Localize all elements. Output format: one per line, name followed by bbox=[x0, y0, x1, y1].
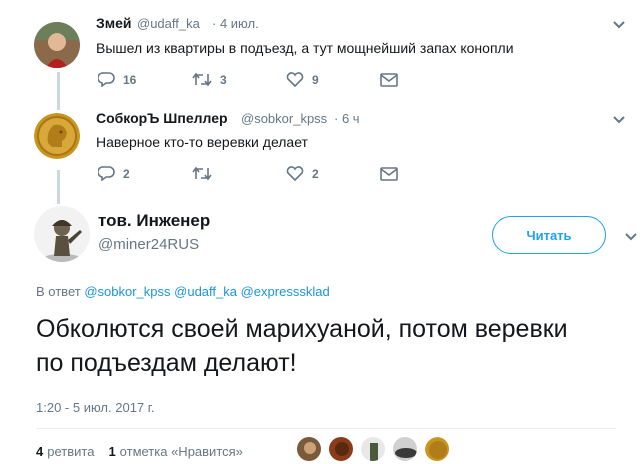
like-button[interactable]: 9 bbox=[286, 72, 380, 87]
reply-count: 16 bbox=[123, 72, 137, 87]
reply-button[interactable]: 2 bbox=[98, 166, 192, 181]
dm-button[interactable] bbox=[380, 166, 474, 181]
reply-prefix: В ответ bbox=[36, 284, 81, 299]
mention-link[interactable]: @expresssklad bbox=[241, 284, 330, 299]
author-name[interactable]: СобкорЪ Шпеллер bbox=[96, 110, 228, 126]
chevron-down-icon[interactable] bbox=[624, 232, 638, 242]
tweet-text: Вышел из квартиры в подъезд, а тут мощне… bbox=[96, 40, 514, 56]
divider bbox=[36, 428, 616, 429]
avatar[interactable] bbox=[392, 436, 418, 462]
follow-button[interactable]: Читать bbox=[492, 216, 606, 254]
like-stat-label: отметка «Нравится» bbox=[119, 444, 243, 459]
like-stat[interactable]: 1 отметка «Нравится» bbox=[108, 444, 242, 459]
tweet-time[interactable]: · 4 июл. bbox=[212, 16, 259, 31]
author-handle[interactable]: @udaff_ka bbox=[137, 16, 200, 31]
reply-context: В ответ @sobkor_kpss @udaff_ka @expresss… bbox=[36, 284, 330, 299]
like-count: 2 bbox=[312, 166, 319, 181]
chevron-down-icon[interactable] bbox=[612, 115, 626, 125]
avatar[interactable] bbox=[296, 436, 322, 462]
liker-avatars bbox=[296, 436, 456, 462]
retweet-button[interactable]: 3 bbox=[192, 72, 286, 87]
heart-icon bbox=[286, 166, 304, 181]
avatar[interactable] bbox=[34, 113, 80, 159]
tweet-time[interactable]: · 6 ч bbox=[334, 111, 360, 126]
thread-line-bottom bbox=[57, 170, 60, 204]
like-button[interactable]: 2 bbox=[286, 166, 380, 181]
retweet-icon bbox=[192, 166, 212, 181]
envelope-icon bbox=[380, 166, 398, 181]
retweet-count: 3 bbox=[220, 72, 227, 87]
heart-icon bbox=[286, 72, 304, 87]
author-handle[interactable]: @miner24RUS bbox=[98, 236, 199, 253]
author-handle[interactable]: @sobkor_kpss bbox=[241, 111, 327, 126]
retweet-stat[interactable]: 4 ретвита bbox=[36, 444, 94, 459]
tweet-stats: 4 ретвита 1 отметка «Нравится» bbox=[36, 444, 257, 459]
dm-button[interactable] bbox=[380, 72, 474, 87]
like-stat-count: 1 bbox=[108, 444, 116, 459]
retweet-icon bbox=[192, 72, 212, 87]
tweet-timestamp[interactable]: 1:20 - 5 июл. 2017 г. bbox=[36, 400, 155, 415]
reply-button[interactable]: 16 bbox=[98, 72, 192, 87]
reply-icon bbox=[98, 166, 115, 181]
tweet-text: Обколются своей марихуаной, потом веревк… bbox=[36, 315, 568, 377]
thread-line-top bbox=[57, 72, 60, 110]
author-name[interactable]: тов. Инженер bbox=[98, 211, 210, 231]
avatar[interactable] bbox=[328, 436, 354, 462]
mention-link[interactable]: @udaff_ka bbox=[174, 284, 237, 299]
retweet-stat-count: 4 bbox=[36, 444, 44, 459]
reply-icon bbox=[98, 72, 115, 87]
reply-count: 2 bbox=[123, 166, 130, 181]
chevron-down-icon[interactable] bbox=[612, 20, 626, 30]
envelope-icon bbox=[380, 72, 398, 87]
avatar[interactable] bbox=[424, 436, 450, 462]
tweet-text: Наверное кто-то веревки делает bbox=[96, 134, 308, 150]
retweet-stat-label: ретвита bbox=[47, 444, 95, 459]
mention-link[interactable]: @sobkor_kpss bbox=[84, 284, 170, 299]
retweet-button[interactable] bbox=[192, 166, 286, 181]
avatar[interactable] bbox=[34, 206, 90, 262]
avatar[interactable] bbox=[34, 22, 80, 68]
author-name[interactable]: Змей bbox=[96, 15, 132, 31]
like-count: 9 bbox=[312, 72, 319, 87]
avatar[interactable] bbox=[360, 436, 386, 462]
